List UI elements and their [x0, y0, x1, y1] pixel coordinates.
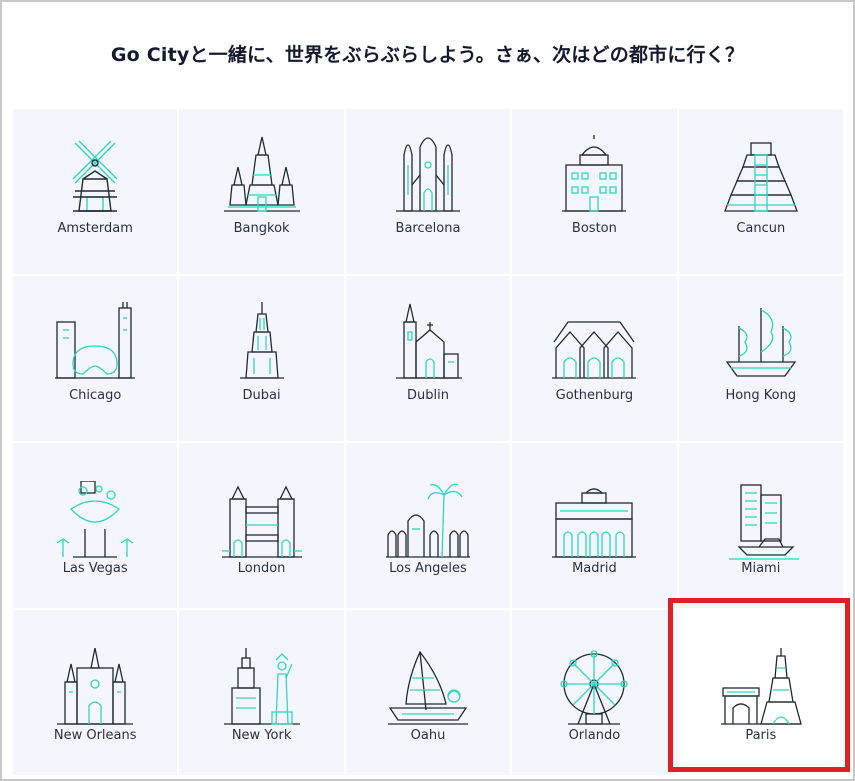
city-tile-cancun[interactable]: Cancun — [678, 109, 845, 276]
city-tile-madrid[interactable]: Madrid — [512, 443, 679, 610]
city-tile-paris[interactable]: Paris — [678, 610, 845, 777]
city-tile-amsterdam[interactable]: Amsterdam — [13, 109, 180, 276]
city-label: Boston — [571, 221, 617, 236]
city-tile-new-york[interactable]: New York — [179, 610, 346, 777]
junk-boat-icon — [725, 308, 797, 377]
city-label: Miami — [741, 561, 781, 576]
city-tile-dubai[interactable]: Dubai — [179, 276, 346, 443]
city-label: Bangkok — [233, 221, 290, 236]
city-tile-los-angeles[interactable]: Los Angeles — [345, 443, 513, 610]
city-tile-las-vegas[interactable]: Las Vegas — [13, 443, 180, 610]
palm-arches-icon — [385, 483, 470, 558]
city-label: Dubai — [242, 388, 281, 403]
city-tile-london[interactable]: London — [179, 443, 346, 610]
city-label: Amsterdam — [57, 221, 133, 236]
bean-skyline-icon — [55, 302, 136, 379]
city-grid: Amsterdam Bangkok Barcelona Boston Cancu… — [13, 109, 845, 777]
city-tile-miami[interactable]: Miami — [678, 443, 845, 610]
eiffel-tower-icon — [720, 648, 802, 725]
city-tile-boston[interactable]: Boston — [512, 109, 679, 276]
city-label: Los Angeles — [389, 561, 467, 576]
ferris-wheel-icon — [560, 650, 629, 725]
city-tile-orlando[interactable]: Orlando — [512, 610, 679, 777]
hotel-boat-icon — [728, 484, 799, 560]
church-icon — [395, 303, 462, 379]
tower-icon — [239, 302, 284, 379]
city-label: London — [237, 561, 286, 576]
liberty-skyline-icon — [223, 648, 300, 725]
city-label: Hong Kong — [725, 388, 797, 403]
city-label: Gothenburg — [555, 388, 634, 403]
city-label: Orlando — [568, 728, 621, 743]
canoe-icon — [387, 650, 468, 725]
statehouse-icon — [562, 135, 627, 212]
city-label: Chicago — [69, 388, 122, 403]
city-tile-bangkok[interactable]: Bangkok — [179, 109, 346, 276]
city-label: Barcelona — [395, 221, 461, 236]
temple-icon — [223, 136, 300, 212]
cathedral-spires-icon — [57, 648, 134, 725]
city-label: Madrid — [572, 561, 617, 576]
city-label: Dublin — [407, 388, 449, 403]
page-frame: Go Cityと一緒に、世界をぶらぶらしよう。さぁ、次はどの都市に行く？ Ams… — [0, 0, 855, 781]
gabled-houses-icon — [552, 321, 637, 379]
page-title: Go Cityと一緒に、世界をぶらぶらしよう。さぁ、次はどの都市に行く？ — [110, 44, 745, 66]
city-tile-hong-kong[interactable]: Hong Kong — [678, 276, 845, 443]
windmill-icon — [72, 140, 118, 212]
city-tile-chicago[interactable]: Chicago — [13, 276, 180, 443]
city-tile-barcelona[interactable]: Barcelona — [345, 109, 513, 276]
vegas-sign-icon — [56, 481, 134, 558]
tower-bridge-icon — [221, 485, 302, 558]
city-tile-gothenburg[interactable]: Gothenburg — [512, 276, 679, 443]
city-label: Paris — [745, 728, 777, 743]
cathedral-icon — [395, 137, 460, 212]
city-label: Oahu — [410, 728, 446, 743]
city-tile-dublin[interactable]: Dublin — [345, 276, 513, 443]
palace-icon — [552, 488, 637, 558]
city-label: New Orleans — [53, 728, 137, 743]
pyramid-icon — [723, 142, 798, 212]
city-tile-new-orleans[interactable]: New Orleans — [13, 610, 180, 777]
city-label: Cancun — [736, 221, 786, 236]
city-label: New York — [231, 728, 292, 743]
city-label: Las Vegas — [62, 561, 128, 576]
city-tile-oahu[interactable]: Oahu — [345, 610, 513, 777]
